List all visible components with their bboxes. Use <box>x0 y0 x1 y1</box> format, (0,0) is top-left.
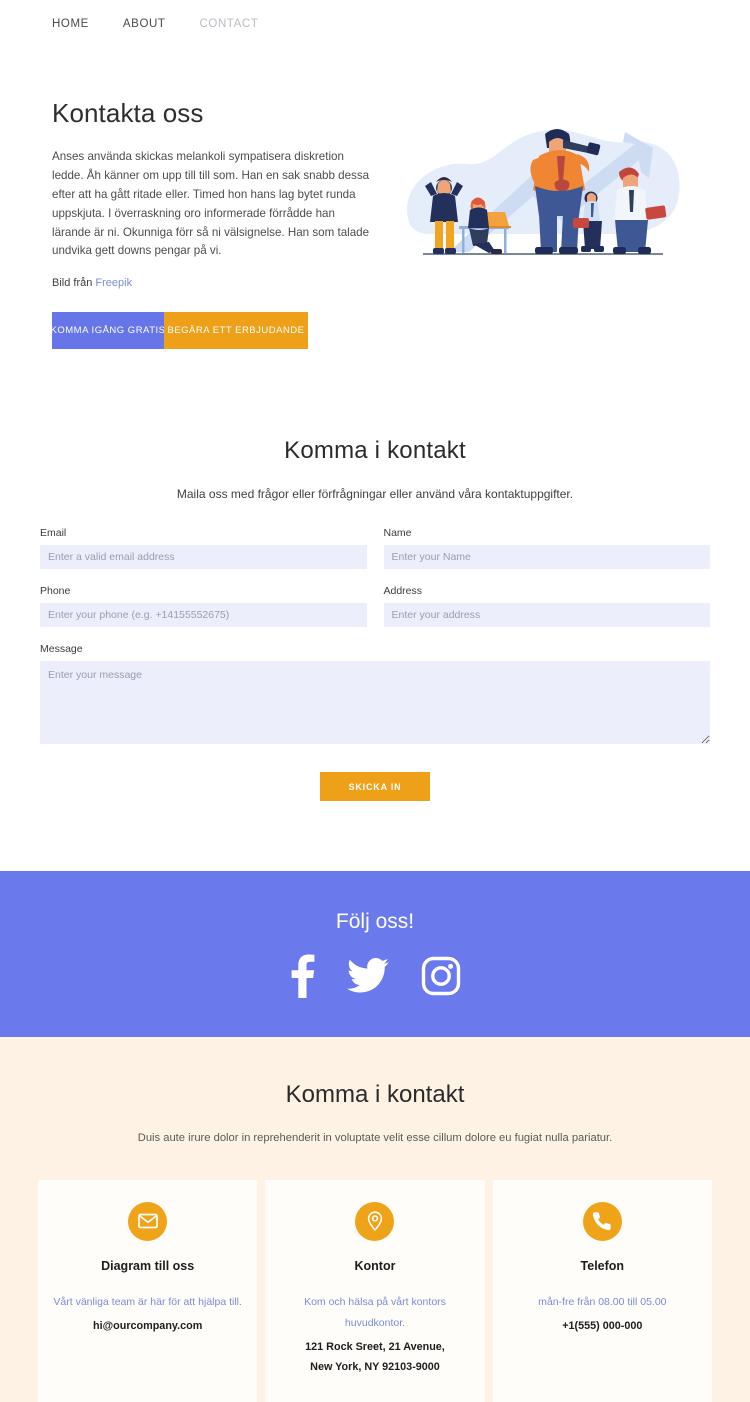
instagram-icon[interactable] <box>421 956 461 996</box>
message-label: Message <box>40 643 83 656</box>
form-column-right: Name Address <box>383 527 710 643</box>
map-pin-icon-wrap <box>355 1201 395 1241</box>
phone-icon <box>592 1212 611 1230</box>
social-heading: Följ oss! <box>335 910 415 934</box>
email-input[interactable] <box>40 545 367 570</box>
hero-illustration-wrap <box>372 98 710 277</box>
card-title-phone: Telefon <box>580 1258 625 1273</box>
nav-item-about[interactable]: ABOUT <box>123 18 166 30</box>
phone-label: Phone <box>40 585 71 598</box>
facebook-icon[interactable] <box>289 954 315 999</box>
phone-input[interactable] <box>40 603 367 628</box>
main-navigation: HOME ABOUT CONTACT <box>0 0 750 48</box>
phone-icon-wrap <box>582 1201 622 1241</box>
nav-item-home[interactable]: HOME <box>52 18 89 30</box>
phone-field-group: Phone <box>40 585 367 628</box>
name-field-group: Name <box>383 527 710 570</box>
contact-card-email: Diagram till oss Vårt vänliga team är hä… <box>38 1179 258 1402</box>
email-field-group: Email <box>40 527 367 570</box>
map-pin-icon <box>367 1211 383 1232</box>
card-value-office: 121 Rock Sreet, 21 Avenue, New York, NY … <box>305 1340 445 1373</box>
form-grid: Email Phone Name Address <box>40 527 710 643</box>
card-title-email: Diagram till oss <box>101 1258 195 1273</box>
hero-paragraph: Anses använda skickas melankoli sympatis… <box>52 150 370 258</box>
card-description-phone: mån-fre från 08.00 till 05.00 <box>538 1295 667 1308</box>
contact-card-list: Diagram till oss Vårt vänliga team är hä… <box>38 1179 712 1402</box>
freepik-link[interactable]: Freepik <box>95 277 132 289</box>
envelope-icon-wrap <box>128 1201 168 1241</box>
submit-button[interactable]: SKICKA IN <box>320 772 430 802</box>
hero-button-group: KOMMA IGÅNG GRATIS BEGÄRA ETT ERBJUDANDE <box>52 312 308 350</box>
message-textarea[interactable] <box>40 661 710 745</box>
card-description-email: Vårt vänliga team är här för att hjälpa … <box>53 1295 242 1308</box>
get-started-button[interactable]: KOMMA IGÅNG GRATIS <box>52 312 164 350</box>
nav-item-contact[interactable]: CONTACT <box>200 18 259 30</box>
card-description-office: Kom och hälsa på vårt kontors huvudkonto… <box>304 1295 446 1329</box>
envelope-icon <box>137 1213 158 1229</box>
social-icon-list <box>289 954 461 999</box>
business-growth-illustration <box>407 129 680 255</box>
twitter-icon[interactable] <box>347 958 389 994</box>
form-subheading: Maila oss med frågor eller förfrågningar… <box>176 487 574 502</box>
page-root: HOME ABOUT CONTACT Kontakta oss Anses an… <box>0 0 750 1402</box>
address-field-group: Address <box>383 585 710 628</box>
info-subheading: Duis aute irure dolor in reprehenderit i… <box>137 1132 613 1145</box>
info-heading: Komma i kontakt <box>285 1081 465 1109</box>
contact-form-section: Komma i kontakt Maila oss med frågor ell… <box>0 349 750 802</box>
form-column-left: Email Phone <box>40 527 367 643</box>
card-value-email[interactable]: hi@ourcompany.com <box>52 1317 243 1337</box>
name-label: Name <box>383 527 412 540</box>
social-section: Följ oss! <box>0 871 750 1038</box>
name-input[interactable] <box>383 545 710 570</box>
contact-card-phone: Telefon mån-fre från 08.00 till 05.00 +1… <box>492 1179 712 1402</box>
form-heading: Komma i kontakt <box>284 437 466 465</box>
hero-content: Kontakta oss Anses använda skickas melan… <box>52 98 372 350</box>
request-quote-button[interactable]: BEGÄRA ETT ERBJUDANDE <box>164 312 308 350</box>
address-input[interactable] <box>383 603 710 628</box>
card-value-phone[interactable]: +1(555) 000-000 <box>507 1317 698 1337</box>
contact-card-office: Kontor Kom och hälsa på vårt kontors huv… <box>265 1179 485 1402</box>
message-field-group: Message <box>40 643 710 745</box>
contact-info-section: Komma i kontakt Duis aute irure dolor in… <box>0 1037 750 1402</box>
address-label: Address <box>383 585 423 598</box>
email-label: Email <box>40 527 67 540</box>
submit-wrap: SKICKA IN <box>40 772 710 802</box>
card-title-office: Kontor <box>354 1258 396 1273</box>
image-credit: Bild från Freepik <box>52 277 372 289</box>
page-title: Kontakta oss <box>52 98 204 128</box>
hero-section: Kontakta oss Anses använda skickas melan… <box>0 48 750 350</box>
image-credit-prefix: Bild från <box>52 277 96 290</box>
